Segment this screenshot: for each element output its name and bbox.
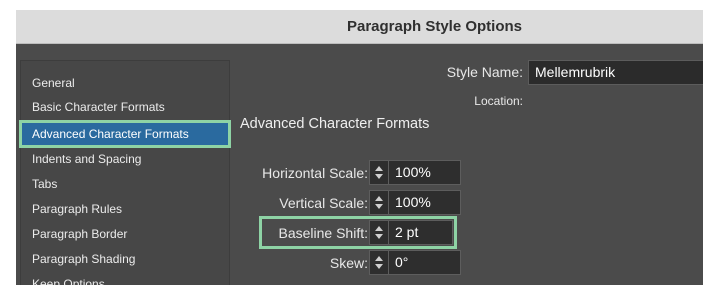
section-heading: Advanced Character Formats [240, 116, 430, 132]
skew-label: Skew: [329, 255, 368, 271]
baseline-shift-value: 2 pt [395, 224, 419, 240]
sidebar-item-tabs[interactable]: Tabs [21, 172, 229, 196]
horizontal-scale-value: 100% [395, 164, 431, 180]
skew-field[interactable]: 0° [369, 250, 461, 275]
style-name-label: Style Name: [446, 64, 523, 80]
vertical-scale-stepper[interactable] [370, 191, 389, 214]
horizontal-scale-stepper[interactable] [370, 161, 389, 184]
dialog-titlebar: Paragraph Style Options [16, 10, 703, 44]
skew-value: 0° [395, 254, 409, 270]
chevron-down-icon[interactable] [375, 174, 383, 179]
sidebar-item-paragraph-shading[interactable]: Paragraph Shading [21, 247, 229, 271]
sidebar-item-indents-and-spacing[interactable]: Indents and Spacing [21, 147, 229, 171]
dialog-title: Paragraph Style Options [346, 18, 523, 35]
vertical-scale-label: Vertical Scale: [279, 195, 368, 211]
horizontal-scale-field[interactable]: 100% [369, 160, 461, 185]
sidebar-item-advanced-character-formats[interactable]: Advanced Character Formats [19, 120, 231, 148]
sidebar-item-general[interactable]: General [21, 71, 229, 95]
category-sidebar: General Basic Character Formats Advanced… [19, 60, 231, 285]
chevron-up-icon[interactable] [375, 166, 383, 171]
sidebar-item-keep-options[interactable]: Keep Options [21, 272, 229, 285]
location-label: Location: [474, 94, 523, 108]
vertical-scale-field[interactable]: 100% [369, 190, 461, 215]
chevron-up-icon[interactable] [375, 226, 383, 231]
sidebar-item-paragraph-border[interactable]: Paragraph Border [21, 222, 229, 246]
chevron-up-icon[interactable] [375, 196, 383, 201]
style-name-input[interactable]: Mellemrubrik [528, 60, 703, 85]
sidebar-item-basic-character-formats[interactable]: Basic Character Formats [21, 95, 229, 119]
chevron-down-icon[interactable] [375, 204, 383, 209]
skew-stepper[interactable] [370, 251, 389, 274]
paragraph-style-options-dialog: Paragraph Style Options General Basic Ch… [16, 10, 703, 285]
sidebar-item-paragraph-rules[interactable]: Paragraph Rules [21, 197, 229, 221]
vertical-scale-value: 100% [395, 194, 431, 210]
baseline-shift-field[interactable]: 2 pt [369, 220, 453, 245]
horizontal-scale-label: Horizontal Scale: [262, 165, 368, 181]
baseline-shift-stepper[interactable] [370, 221, 389, 244]
chevron-down-icon[interactable] [375, 264, 383, 269]
chevron-down-icon[interactable] [375, 234, 383, 239]
chevron-up-icon[interactable] [375, 256, 383, 261]
baseline-shift-label: Baseline Shift: [278, 225, 369, 241]
